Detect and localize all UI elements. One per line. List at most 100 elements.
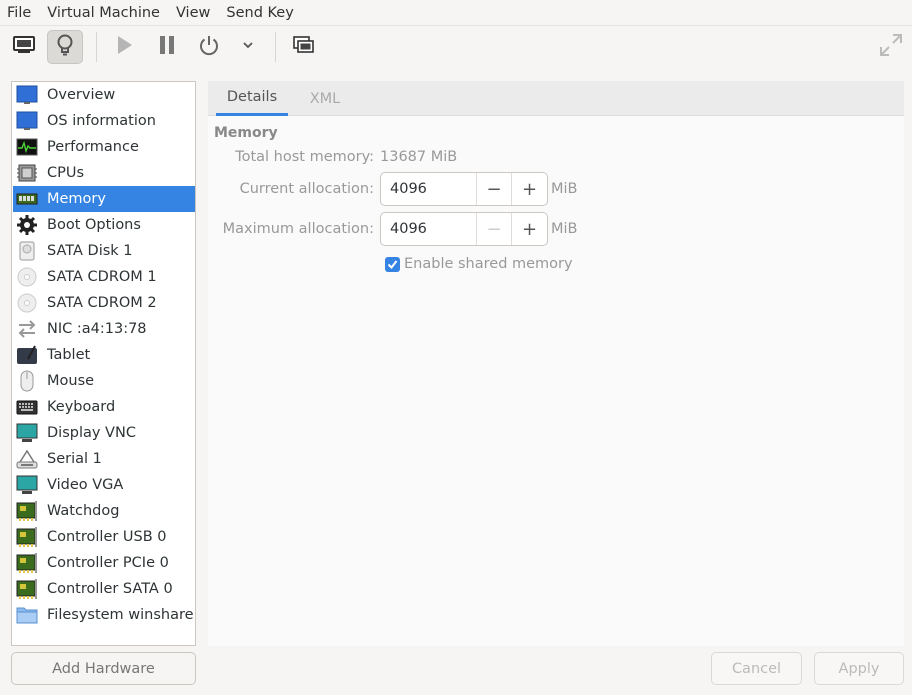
total-host-memory-label: Total host memory: (235, 149, 374, 165)
performance-graph-icon (16, 136, 38, 158)
toolbar-separator (96, 32, 97, 62)
total-host-memory-value: 13687 MiB (380, 149, 458, 165)
sidebar-item-tablet[interactable]: Tablet (13, 342, 195, 368)
sidebar-item-controller-usb-0[interactable]: Controller USB 0 (13, 524, 195, 550)
details-panel: Details XML Memory Total host memory: 13… (208, 81, 904, 646)
pause-button[interactable] (149, 30, 185, 64)
maximum-allocation-increment-button[interactable]: + (512, 213, 547, 245)
shutdown-button[interactable] (191, 30, 227, 64)
snapshots-button[interactable] (285, 30, 321, 64)
details-button[interactable] (47, 30, 83, 64)
current-allocation-spinbox: 4096 − + (380, 172, 548, 206)
tablet-icon (16, 344, 38, 366)
current-allocation-input[interactable]: 4096 (381, 173, 477, 205)
sidebar-item-watchdog[interactable]: Watchdog (13, 498, 195, 524)
fullscreen-icon (878, 32, 904, 62)
sidebar-item-label: Mouse (47, 373, 95, 389)
cdrom-icon (16, 266, 38, 288)
pci-card-icon (16, 578, 38, 600)
sidebar-item-filesystem-winshare[interactable]: Filesystem winshare (13, 602, 195, 628)
shared-memory-checkbox[interactable] (385, 257, 400, 272)
sidebar-item-overview[interactable]: Overview (13, 82, 195, 108)
shared-memory-label[interactable]: Enable shared memory (404, 256, 573, 272)
sidebar-item-sata-cdrom-1[interactable]: SATA CDROM 1 (13, 264, 195, 290)
monitor-blue-icon (16, 84, 38, 106)
tab-bar: Details XML (208, 81, 904, 116)
power-icon (198, 34, 220, 60)
pci-card-icon (16, 552, 38, 574)
display-icon (16, 474, 38, 496)
sidebar-item-label: Overview (47, 87, 116, 103)
sidebar-item-label: Tablet (47, 347, 91, 363)
menubar: File Virtual Machine View Send Key (0, 0, 912, 26)
maximum-allocation-unit: MiB (551, 221, 578, 237)
menu-view[interactable]: View (176, 5, 210, 21)
display-icon (16, 422, 38, 444)
sidebar-item-label: NIC :a4:13:78 (47, 321, 147, 337)
tab-xml[interactable]: XML (296, 81, 354, 116)
sidebar-item-controller-pcie-0[interactable]: Controller PCIe 0 (13, 550, 195, 576)
current-allocation-unit: MiB (551, 181, 578, 197)
gear-icon (16, 214, 38, 236)
current-allocation-label: Current allocation: (239, 181, 374, 197)
sidebar-item-label: Controller SATA 0 (47, 581, 173, 597)
sidebar-item-nic[interactable]: NIC :a4:13:78 (13, 316, 195, 342)
sidebar-item-performance[interactable]: Performance (13, 134, 195, 160)
hardware-list: Overview OS information Performance CPUs… (11, 81, 196, 646)
pci-card-icon (16, 526, 38, 548)
sidebar-item-cpus[interactable]: CPUs (13, 160, 195, 186)
apply-button[interactable]: Apply (814, 652, 904, 685)
sidebar-item-os-information[interactable]: OS information (13, 108, 195, 134)
sidebar-item-memory[interactable]: Memory (13, 186, 195, 212)
sidebar-item-label: OS information (47, 113, 156, 129)
current-allocation-increment-button[interactable]: + (512, 173, 547, 205)
sidebar-item-label: Serial 1 (47, 451, 102, 467)
folder-icon (16, 604, 38, 626)
pci-card-icon (16, 500, 38, 522)
maximum-allocation-input[interactable]: 4096 (381, 213, 477, 245)
maximum-allocation-decrement-button[interactable]: − (477, 213, 512, 245)
sidebar-item-display-vnc[interactable]: Display VNC (13, 420, 195, 446)
sidebar-item-boot-options[interactable]: Boot Options (13, 212, 195, 238)
sidebar-item-label: Controller USB 0 (47, 529, 167, 545)
mouse-icon (16, 370, 38, 392)
menu-send-key[interactable]: Send Key (226, 5, 293, 21)
current-allocation-decrement-button[interactable]: − (477, 173, 512, 205)
lightbulb-icon (54, 33, 76, 61)
network-arrows-icon (16, 318, 38, 340)
run-button[interactable] (106, 30, 142, 64)
menu-virtual-machine[interactable]: Virtual Machine (47, 5, 160, 21)
sidebar-item-label: CPUs (47, 165, 85, 181)
sidebar-item-label: Boot Options (47, 217, 141, 233)
sidebar-item-mouse[interactable]: Mouse (13, 368, 195, 394)
shutdown-menu-button[interactable] (231, 30, 265, 64)
hard-disk-icon (16, 240, 38, 262)
cdrom-icon (16, 292, 38, 314)
sidebar-item-label: SATA CDROM 2 (47, 295, 157, 311)
sidebar-item-label: SATA Disk 1 (47, 243, 133, 259)
add-hardware-button[interactable]: Add Hardware (11, 652, 196, 685)
sidebar-item-video-vga[interactable]: Video VGA (13, 472, 195, 498)
sidebar-item-sata-disk-1[interactable]: SATA Disk 1 (13, 238, 195, 264)
sidebar-item-keyboard[interactable]: Keyboard (13, 394, 195, 420)
monitor-icon (12, 34, 36, 60)
sidebar-item-sata-cdrom-2[interactable]: SATA CDROM 2 (13, 290, 195, 316)
tab-details[interactable]: Details (216, 81, 288, 116)
sidebar-item-label: Video VGA (47, 477, 124, 493)
sidebar-item-label: Filesystem winshare (47, 607, 194, 623)
sidebar-item-label: Controller PCIe 0 (47, 555, 169, 571)
sidebar-item-label: Watchdog (47, 503, 120, 519)
cancel-button[interactable]: Cancel (711, 652, 802, 685)
memory-section-title: Memory (214, 125, 278, 141)
serial-icon (16, 448, 38, 470)
snapshots-icon (291, 34, 315, 60)
toolbar (0, 26, 912, 68)
sidebar-item-label: Performance (47, 139, 139, 155)
sidebar-item-serial-1[interactable]: Serial 1 (13, 446, 195, 472)
fullscreen-button[interactable] (873, 30, 909, 64)
console-button[interactable] (6, 30, 42, 64)
menu-file[interactable]: File (7, 5, 31, 21)
sidebar-item-controller-sata-0[interactable]: Controller SATA 0 (13, 576, 195, 602)
monitor-blue-icon (16, 110, 38, 132)
pause-icon (156, 34, 178, 60)
